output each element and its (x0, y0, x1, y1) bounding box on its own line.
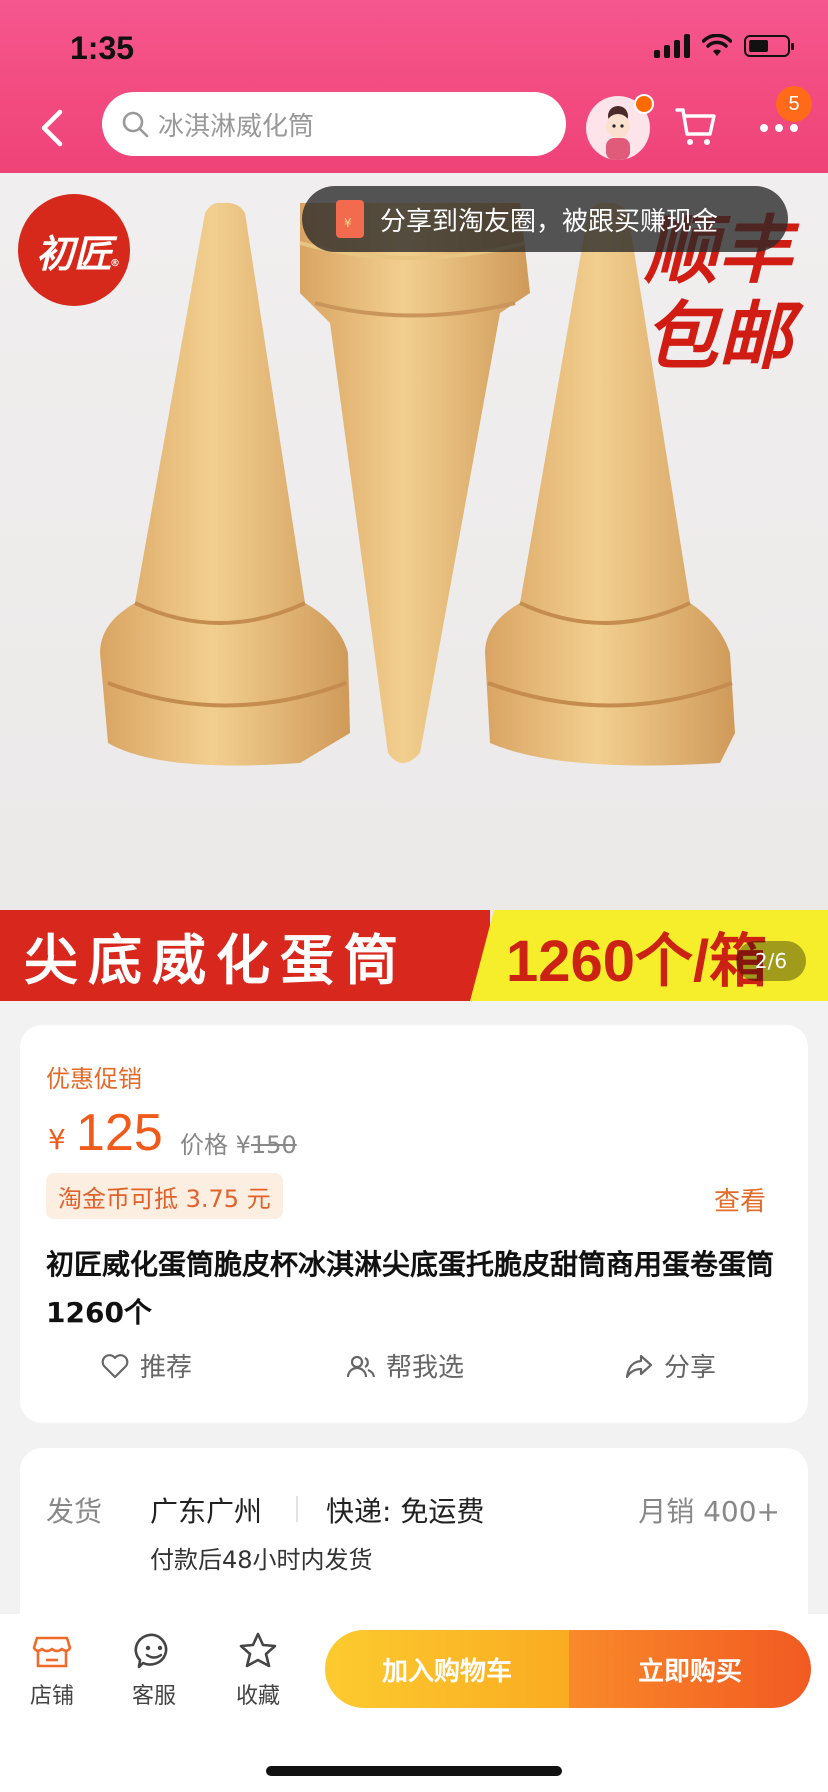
shop-tab[interactable]: 店铺 (12, 1630, 92, 1710)
help-choose-button[interactable]: 帮我选 (346, 1347, 464, 1384)
shipping-label: 发货 (46, 1495, 103, 1528)
share-button[interactable]: 分享 (624, 1347, 716, 1384)
promo-label: 优惠促销 (46, 1065, 142, 1093)
chat-face-icon (134, 1633, 168, 1669)
price-card: 优惠促销 ¥ 125 价格 ¥150 淘金币可抵 3.75 元 查看 初匠威化蛋… (20, 1025, 808, 1423)
current-price: 125 (76, 1104, 163, 1162)
wifi-icon (702, 34, 732, 56)
product-title: 初匠威化蛋筒脆皮杯冰淇淋尖底蛋托脆皮甜筒商用蛋卷蛋筒 1260个 (46, 1248, 775, 1329)
search-icon (122, 111, 149, 138)
cart-icon[interactable] (674, 104, 718, 148)
monthly-sales: 月销 400+ (638, 1495, 780, 1528)
store-icon (32, 1636, 72, 1668)
delivery-time: 付款后48小时内发货 (150, 1546, 373, 1574)
message-count-badge: 5 (776, 86, 812, 122)
people-icon (346, 1355, 376, 1377)
recommend-button[interactable]: 推荐 (100, 1347, 192, 1384)
product-actions: 推荐 帮我选 分享 (20, 1347, 808, 1397)
customer-service-tab[interactable]: 客服 (114, 1630, 194, 1710)
coin-discount-tag: 淘金币可抵 3.75 元 (46, 1173, 283, 1219)
image-pager: 2/6 (736, 941, 806, 981)
view-promo-link[interactable]: 查看 (714, 1181, 766, 1218)
share-icon (625, 1354, 653, 1378)
search-text: 冰淇淋威化筒 (158, 111, 315, 142)
brand-logo: 初匠 ® (18, 194, 130, 306)
red-packet-icon (336, 200, 364, 238)
status-icons (654, 34, 794, 58)
home-indicator (266, 1766, 562, 1776)
avatar[interactable] (586, 94, 654, 160)
original-price: 价格 ¥150 (180, 1131, 297, 1159)
notification-dot (634, 94, 654, 114)
favorite-tab[interactable]: 收藏 (218, 1630, 298, 1710)
signal-icon (654, 34, 690, 58)
currency-symbol: ¥ (48, 1123, 66, 1156)
express-fee: 快递: 免运费 (326, 1495, 485, 1528)
divider (296, 1496, 298, 1522)
buy-now-button[interactable]: 立即购买 (569, 1630, 811, 1708)
add-to-cart-button[interactable]: 加入购物车 (325, 1630, 569, 1708)
status-time: 1:35 (70, 30, 135, 66)
back-icon[interactable] (36, 106, 70, 150)
shipping-location: 广东广州 (150, 1495, 263, 1528)
top-header: 1:35 冰淇淋威化筒 5 (0, 0, 828, 173)
share-tip-text: 分享到淘友圈，被跟买赚现金 (380, 206, 719, 237)
search-input[interactable]: 冰淇淋威化筒 (102, 92, 566, 156)
product-name-banner: 尖底威化蛋筒 (0, 910, 490, 1001)
heart-icon (101, 1353, 129, 1378)
star-icon (239, 1632, 277, 1668)
battery-icon (744, 35, 794, 57)
share-tooltip[interactable]: 分享到淘友圈，被跟买赚现金 (302, 186, 788, 252)
